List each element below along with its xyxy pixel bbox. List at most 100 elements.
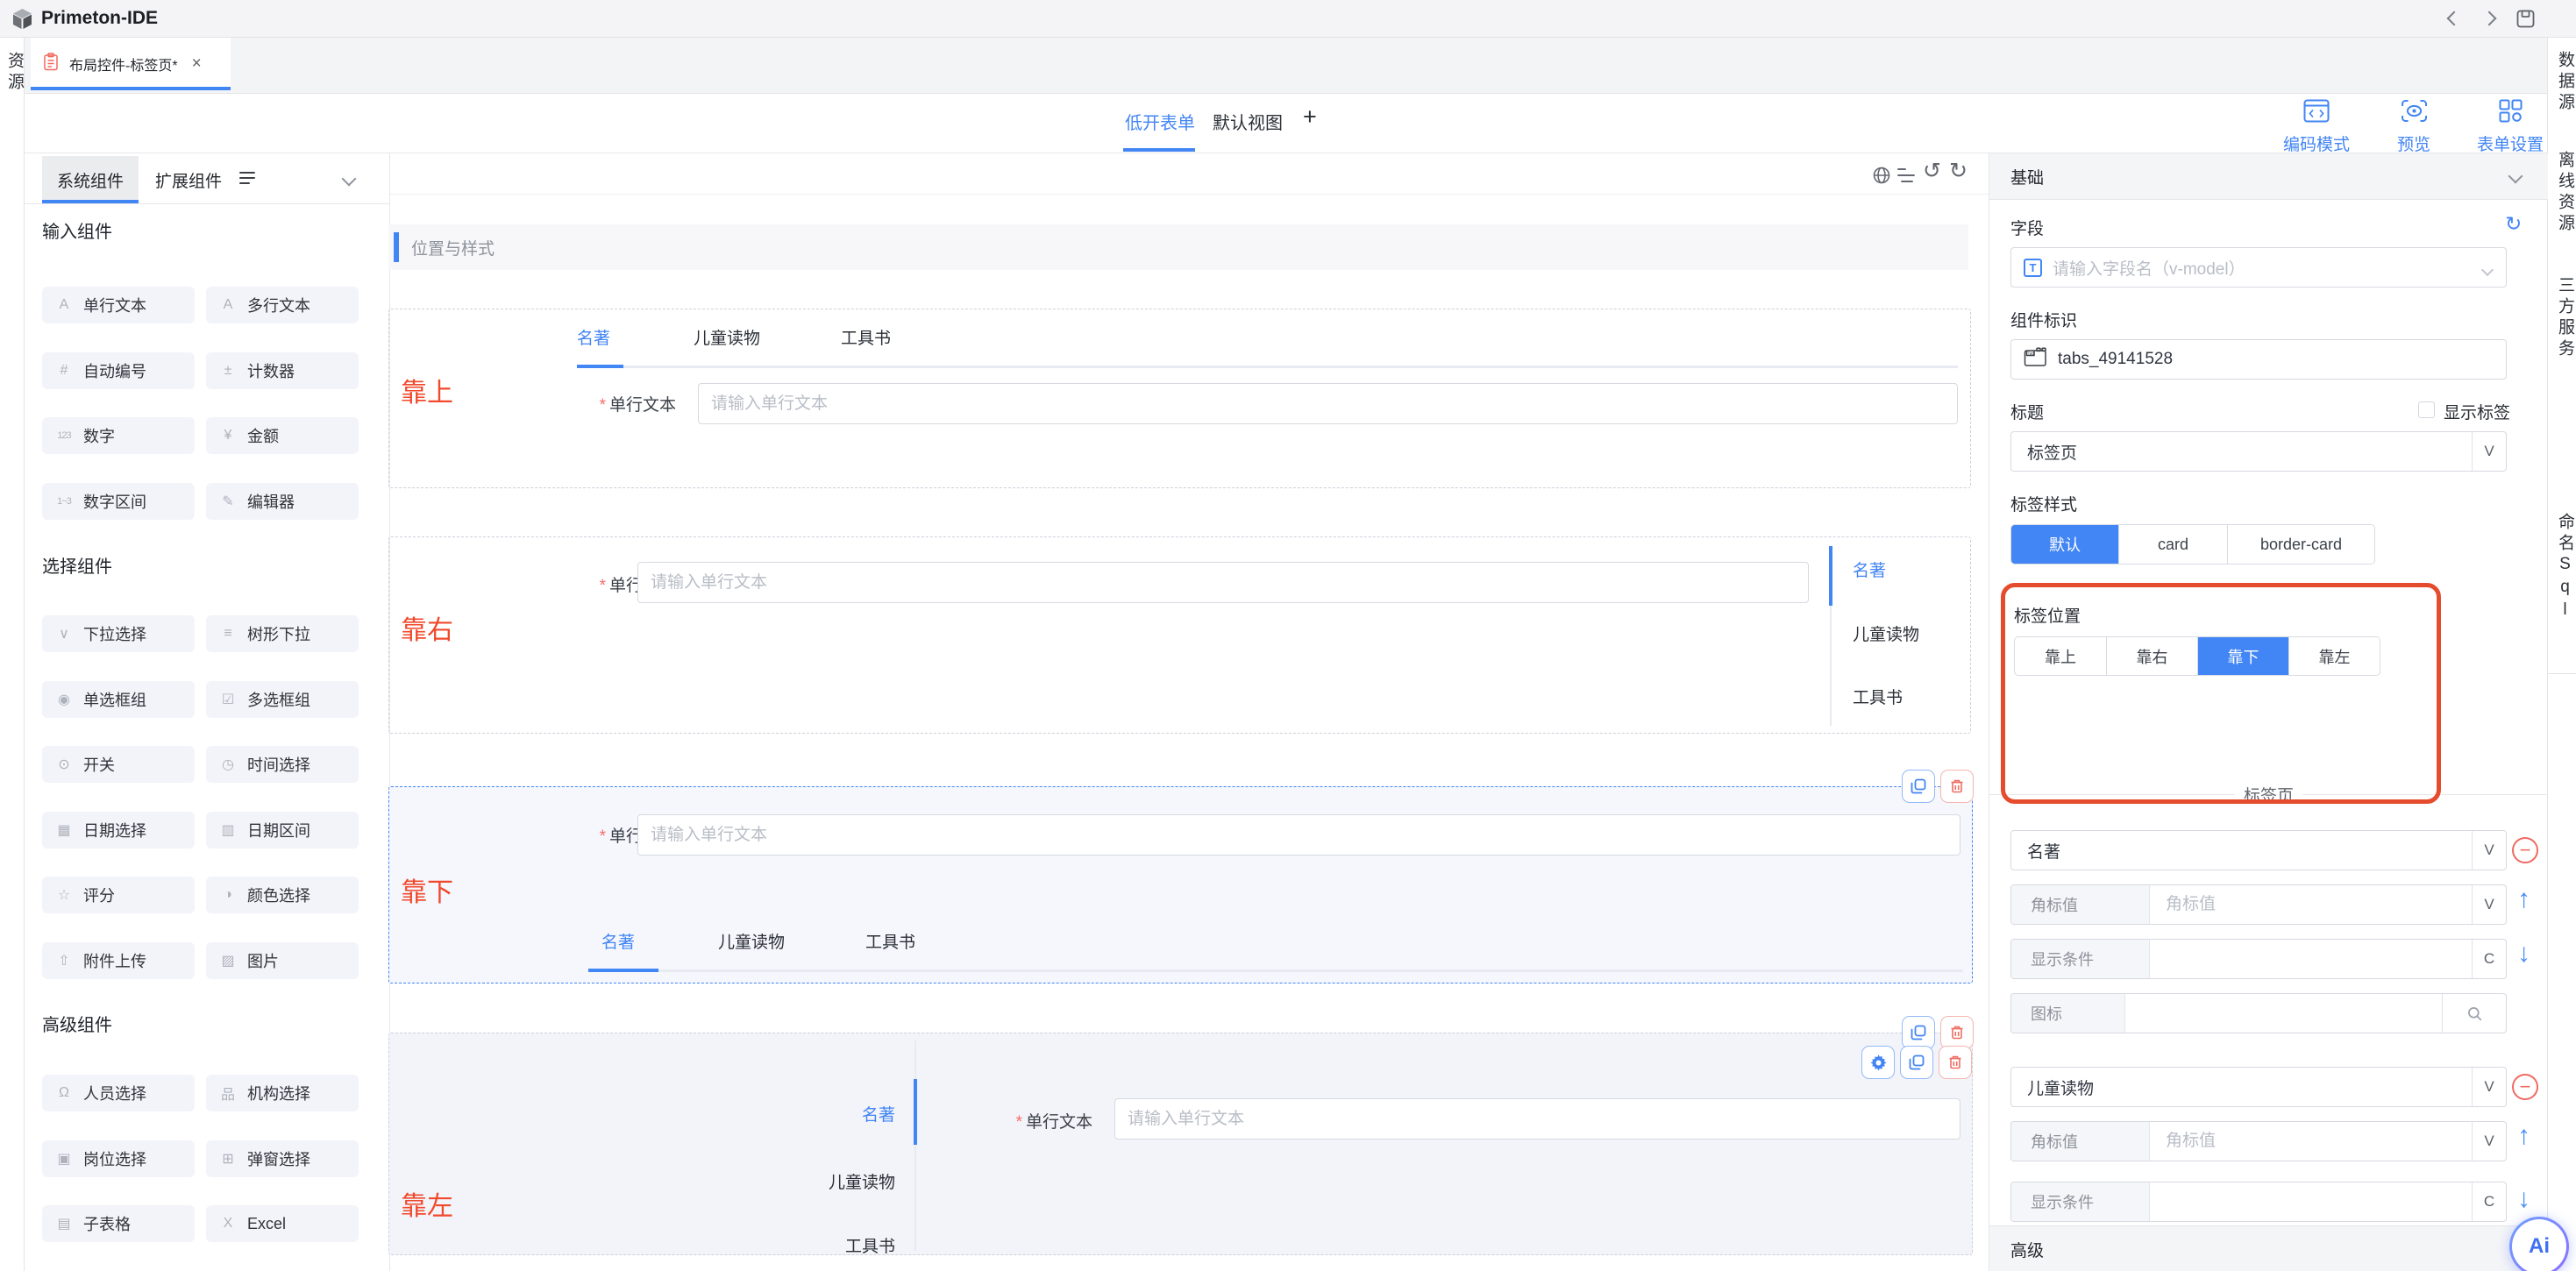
redo-icon[interactable]: ↻ <box>1949 158 1968 184</box>
palette-item-switch[interactable]: ⊙开关 <box>42 746 195 783</box>
badge-value-row[interactable]: 角标值 V <box>2010 884 2507 925</box>
tab-position-bottom[interactable]: 靠下 <box>2197 637 2288 675</box>
i18n-globe-icon[interactable] <box>1872 166 1891 189</box>
tab-default-view[interactable]: 默认视图 <box>1213 109 1283 134</box>
ai-assistant-button[interactable]: Ai <box>2509 1217 2569 1271</box>
badge-value-input[interactable] <box>2153 1122 2472 1161</box>
add-view-button[interactable]: + <box>1303 103 1317 131</box>
move-down-icon[interactable]: ↓ <box>2517 1184 2530 1214</box>
variable-suffix-button[interactable]: V <box>2472 831 2506 870</box>
display-condition-row[interactable]: 显示条件 C <box>2010 939 2507 979</box>
badge-value-input[interactable] <box>2153 885 2472 924</box>
tab-mingzhu[interactable]: 名著 <box>601 929 635 953</box>
collapse-chevron-icon[interactable] <box>2510 170 2521 186</box>
palette-item-single-line-text[interactable]: A单行文本 <box>42 287 195 323</box>
tabs-demo-left[interactable]: 名著 儿童读物 工具书 *单行文本 靠左 <box>388 1033 1973 1255</box>
single-line-text-input[interactable] <box>698 383 1958 424</box>
palette-item-post-select[interactable]: ▣岗位选择 <box>42 1140 195 1177</box>
tabs-demo-bottom-selected[interactable]: *单行文本 靠下 名著 儿童读物 工具书 <box>388 786 1973 983</box>
palette-item-person-select[interactable]: Ω人员选择 <box>42 1075 195 1111</box>
nav-back-icon[interactable] <box>2449 12 2459 28</box>
condition-suffix-button[interactable]: C <box>2472 1182 2506 1221</box>
inspector-section-advanced[interactable]: 高级 <box>1989 1225 2548 1271</box>
palette-item-checkbox-group[interactable]: ☑多选框组 <box>206 681 359 718</box>
palette-item-date-picker[interactable]: ▦日期选择 <box>42 812 195 849</box>
palette-tab-system[interactable]: 系统组件 <box>42 156 139 203</box>
tab-item-name-input[interactable] <box>2015 831 2472 870</box>
palette-item-radio-group[interactable]: ◉单选框组 <box>42 681 195 718</box>
copy-field-button[interactable] <box>1900 1046 1933 1079</box>
palette-item-org-select[interactable]: 品机构选择 <box>206 1075 359 1111</box>
palette-item-attachment-upload[interactable]: ⇧附件上传 <box>42 942 195 979</box>
variable-suffix-button[interactable]: V <box>2472 432 2506 471</box>
tab-position-right[interactable]: 靠右 <box>2106 637 2197 675</box>
dock-tab-named-sql[interactable]: 命名Sql <box>2553 513 2576 623</box>
component-id-input[interactable] <box>2058 340 2506 379</box>
palette-item-image[interactable]: ▨图片 <box>206 942 359 979</box>
palette-collapse-icon[interactable] <box>344 173 354 188</box>
document-tab-active[interactable]: 布局控件-标签页* × <box>31 38 231 90</box>
tab-children-books[interactable]: 儿童读物 <box>1853 621 1919 645</box>
tab-mingzhu[interactable]: 名著 <box>764 1102 895 1125</box>
palette-item-dialog-select[interactable]: ⊞弹窗选择 <box>206 1140 359 1177</box>
palette-item-multi-line-text[interactable]: A多行文本 <box>206 287 359 323</box>
form-settings-button[interactable]: 表单设置 <box>2462 99 2558 155</box>
copy-container-button[interactable] <box>1902 1016 1935 1049</box>
refresh-icon[interactable]: ↻ <box>2505 212 2522 236</box>
code-mode-button[interactable]: 编码模式 <box>2269 99 2364 155</box>
tab-item-name-field[interactable]: V <box>2010 1067 2507 1107</box>
tab-item-name-input[interactable] <box>2015 1068 2472 1106</box>
delete-field-button[interactable] <box>1939 1046 1972 1079</box>
move-up-icon[interactable]: ↑ <box>2517 1121 2530 1151</box>
form-title-bar[interactable]: 位置与样式 <box>388 224 1968 270</box>
badge-value-row[interactable]: 角标值 V <box>2010 1121 2507 1161</box>
palette-item-tree-dropdown[interactable]: ≡树形下拉 <box>206 615 359 652</box>
display-condition-row[interactable]: 显示条件 C <box>2010 1182 2507 1222</box>
palette-tab-extension[interactable]: 扩展组件 <box>145 156 232 203</box>
tab-reference-books[interactable]: 工具书 <box>841 325 891 349</box>
outline-tree-icon[interactable] <box>1896 167 1916 188</box>
field-settings-gear-button[interactable] <box>1861 1046 1895 1079</box>
palette-item-excel[interactable]: XExcel <box>206 1205 359 1242</box>
dock-tab-resources[interactable]: 资源 <box>3 52 26 94</box>
variable-suffix-button[interactable]: V <box>2472 885 2506 924</box>
condition-suffix-button[interactable]: C <box>2472 940 2506 978</box>
variable-suffix-button[interactable]: V <box>2472 1122 2506 1161</box>
variable-suffix-button[interactable]: V <box>2472 1068 2506 1106</box>
tab-style-card[interactable]: card <box>2118 525 2227 564</box>
tab-children-books[interactable]: 儿童读物 <box>764 1169 895 1193</box>
palette-item-editor[interactable]: ✎编辑器 <box>206 483 359 520</box>
palette-item-auto-number[interactable]: #自动编号 <box>42 352 195 389</box>
tab-children-books[interactable]: 儿童读物 <box>694 325 760 349</box>
palette-list-icon[interactable] <box>238 170 256 190</box>
move-up-icon[interactable]: ↑ <box>2517 884 2530 914</box>
tab-reference-books[interactable]: 工具书 <box>764 1233 895 1257</box>
tabs-demo-top[interactable]: 名著 儿童读物 工具书 *单行文本 靠上 <box>388 309 1971 488</box>
preview-button[interactable]: 预览 <box>2383 99 2444 155</box>
dock-tab-third-party-services[interactable]: 三方服务 <box>2553 276 2576 360</box>
component-id-field[interactable]: Tab <box>2010 339 2507 380</box>
tab-style-default[interactable]: 默认 <box>2011 525 2118 564</box>
tab-position-top[interactable]: 靠上 <box>2015 637 2106 675</box>
tab-item-name-field[interactable]: V <box>2010 830 2507 870</box>
icon-input[interactable] <box>2129 994 2442 1033</box>
remove-tab-item-button[interactable]: − <box>2512 837 2538 863</box>
dock-tab-offline-resources[interactable]: 离线资源 <box>2553 151 2576 235</box>
delete-component-button[interactable] <box>1940 770 1974 803</box>
tab-lowcode-form[interactable]: 低开表单 <box>1125 109 1195 134</box>
palette-item-dropdown-select[interactable]: ∨下拉选择 <box>42 615 195 652</box>
palette-item-rating[interactable]: ☆评分 <box>42 877 195 913</box>
inspector-section-basic[interactable]: 基础 <box>1989 153 2548 200</box>
palette-item-sub-table[interactable]: ▤子表格 <box>42 1205 195 1242</box>
nav-forward-icon[interactable] <box>2484 12 2494 28</box>
tab-reference-books[interactable]: 工具书 <box>1853 685 1903 708</box>
delete-container-button[interactable] <box>1940 1016 1974 1049</box>
remove-tab-item-button[interactable]: − <box>2512 1074 2538 1100</box>
palette-item-time-picker[interactable]: ◷时间选择 <box>206 746 359 783</box>
tab-reference-books[interactable]: 工具书 <box>865 929 915 953</box>
palette-item-color-picker[interactable]: ◑颜色选择 <box>206 877 359 913</box>
copy-component-button[interactable] <box>1902 770 1935 803</box>
icon-search-button[interactable] <box>2442 994 2506 1033</box>
single-line-text-input[interactable] <box>1114 1098 1960 1140</box>
palette-item-counter[interactable]: ±计数器 <box>206 352 359 389</box>
